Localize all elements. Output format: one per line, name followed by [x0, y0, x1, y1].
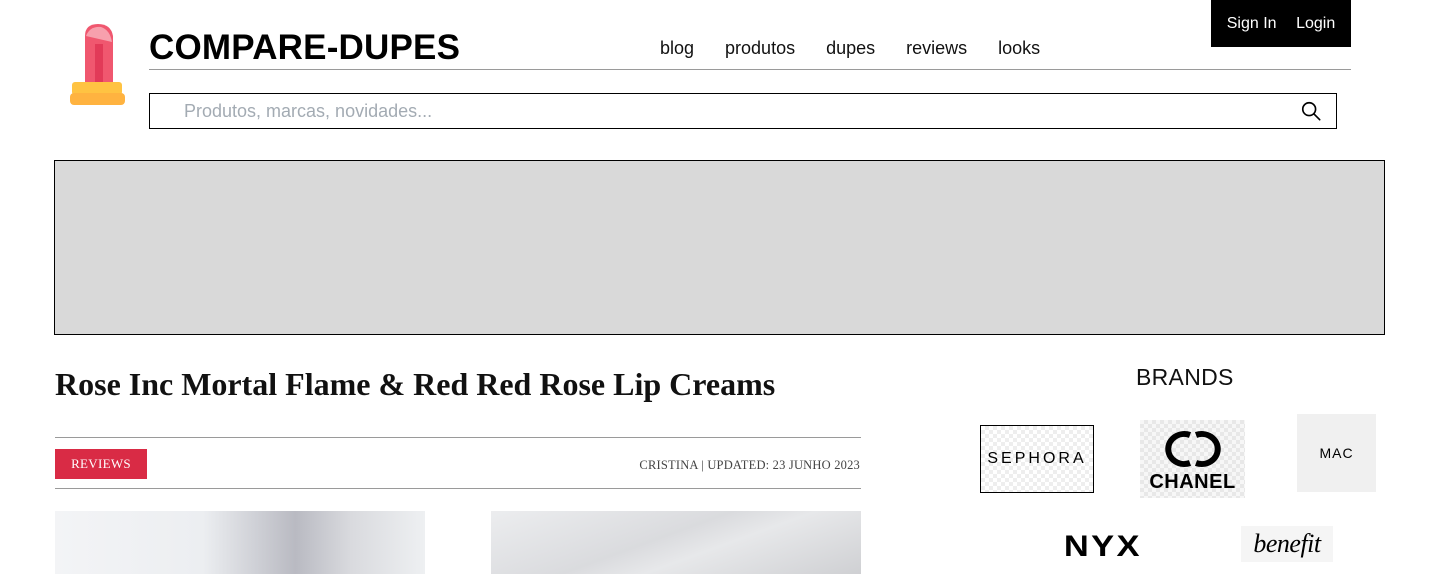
search-bar [149, 93, 1337, 129]
brand-name: MAC [1319, 445, 1354, 461]
search-icon[interactable] [1300, 100, 1322, 122]
brand-name: NYX [1064, 530, 1142, 563]
article-byline: CRISTINA | UPDATED: 23 JUNHO 2023 [639, 458, 860, 472]
nav-item-reviews[interactable]: reviews [906, 38, 967, 59]
nav-item-dupes[interactable]: dupes [826, 38, 875, 59]
brand-logo-sephora[interactable]: SEPHORA [980, 425, 1094, 493]
banner-placeholder [54, 160, 1385, 335]
nav-item-produtos[interactable]: produtos [725, 38, 795, 59]
brand-name: benefit [1253, 529, 1321, 558]
brand-logo-nyx[interactable]: NYX [1052, 527, 1154, 567]
sign-in-button[interactable]: Sign In [1227, 15, 1277, 33]
product-photo [55, 511, 425, 574]
brand-name: CHANEL [1149, 471, 1236, 493]
search-input[interactable] [184, 94, 1284, 128]
brand-name: SEPHORA [987, 450, 1087, 467]
article-meta-divider-top [55, 437, 861, 438]
main-nav: blog produtos dupes reviews looks [660, 38, 1040, 59]
brand-logo-mac[interactable]: MAC [1297, 414, 1376, 492]
product-photo [491, 511, 861, 574]
site-title[interactable]: COMPARE-DUPES [149, 28, 460, 68]
brand-logo-chanel[interactable]: CHANEL [1140, 420, 1245, 498]
nav-item-looks[interactable]: looks [998, 38, 1040, 59]
brand-logo-benefit[interactable]: benefit [1241, 526, 1333, 562]
chanel-cc-icon [1164, 431, 1221, 467]
login-button[interactable]: Login [1296, 15, 1335, 33]
header-divider [149, 69, 1351, 70]
article-title: Rose Inc Mortal Flame & Red Red Rose Lip… [55, 366, 776, 402]
article-meta-divider-bottom [55, 488, 861, 489]
nav-item-blog[interactable]: blog [660, 38, 694, 59]
auth-bar: Sign In Login [1211, 0, 1351, 47]
category-badge[interactable]: REVIEWS [55, 449, 147, 479]
brands-heading: BRANDS [1136, 364, 1234, 390]
lipstick-icon[interactable] [68, 22, 126, 106]
